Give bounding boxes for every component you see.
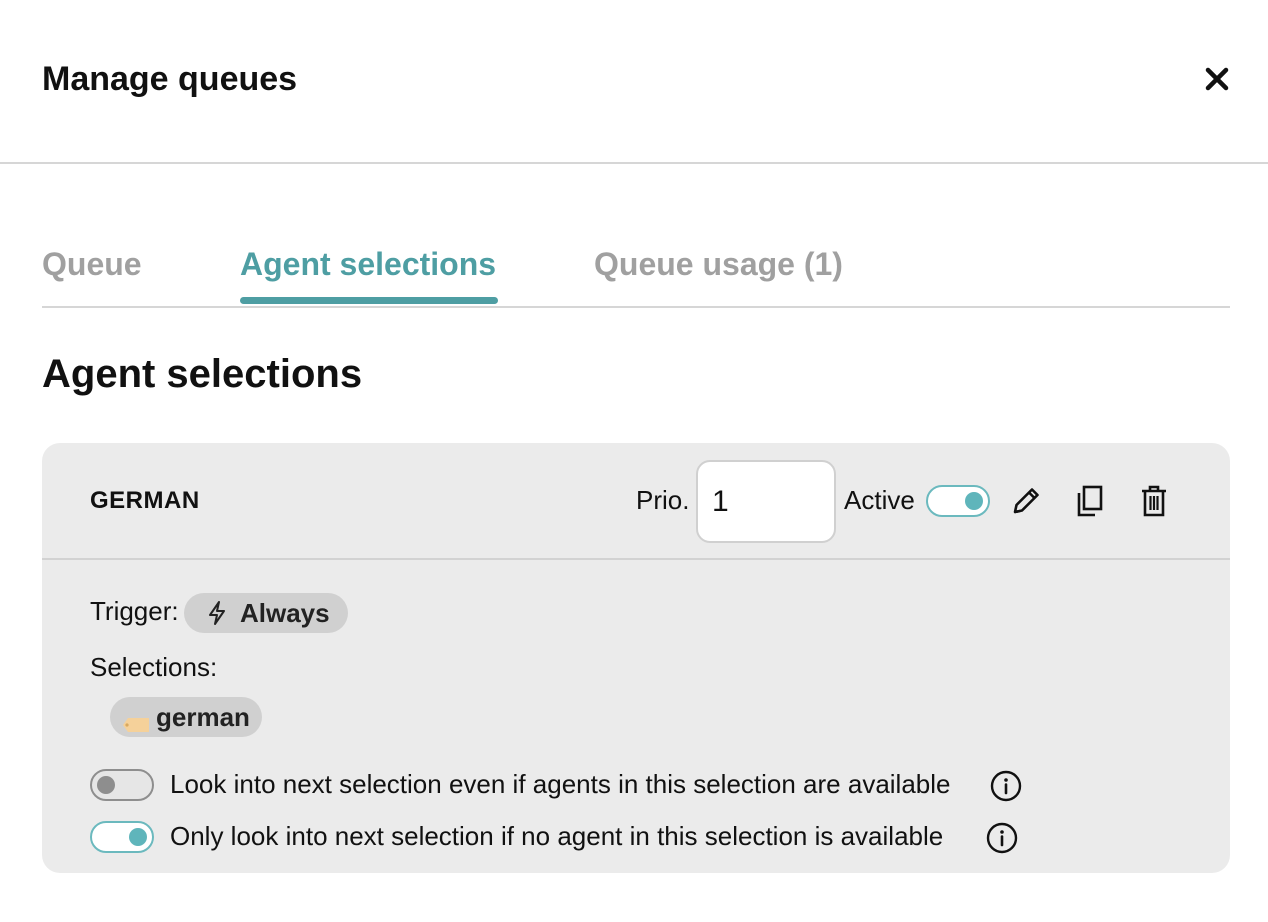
agent-selection-card: GERMAN Prio. Active (42, 443, 1230, 873)
dialog-title: Manage queues (42, 60, 298, 98)
tab-agent-selections[interactable]: Agent selections (240, 246, 496, 283)
edit-button[interactable] (1008, 482, 1044, 520)
close-button[interactable] (1200, 62, 1234, 96)
toggle-knob (965, 492, 983, 510)
active-toggle[interactable] (926, 485, 990, 517)
section-title: Agent selections (42, 352, 363, 396)
toggle-knob (97, 776, 115, 794)
only-look-next-if-none-toggle[interactable] (90, 821, 154, 853)
prio-label: Prio. (636, 485, 690, 515)
tab-queue[interactable]: Queue (42, 246, 142, 283)
lightning-icon (209, 601, 225, 625)
trigger-chip[interactable]: Always (184, 593, 348, 633)
selection-chip[interactable]: german (110, 697, 262, 737)
look-next-even-if-available-toggle[interactable] (90, 769, 154, 801)
active-tab-indicator (240, 297, 498, 304)
duplicate-button[interactable] (1072, 482, 1108, 520)
dialog-header: Manage queues (0, 0, 1268, 164)
info-icon[interactable] (986, 822, 1018, 854)
close-icon (1205, 67, 1229, 91)
prio-input[interactable] (696, 460, 836, 543)
trigger-value: Always (240, 597, 330, 628)
pencil-icon (1013, 488, 1039, 514)
look-next-even-if-available-label: Look into next selection even if agents … (170, 769, 951, 799)
trash-icon (1142, 485, 1166, 517)
card-header: GERMAN Prio. Active (42, 443, 1230, 560)
info-icon[interactable] (990, 770, 1022, 802)
selection-name: GERMAN (90, 487, 200, 514)
only-look-next-if-none-label: Only look into next selection if no agen… (170, 821, 944, 851)
trigger-label: Trigger: (90, 596, 179, 626)
tag-icon (122, 709, 150, 732)
tab-queue-usage[interactable]: Queue usage (1) (594, 246, 843, 283)
toggle-knob (129, 828, 147, 846)
copy-icon (1077, 485, 1103, 517)
selection-chip-label: german (156, 701, 250, 732)
active-label: Active (844, 485, 915, 515)
tab-bar: Queue Agent selections Queue usage (1) (42, 230, 1230, 308)
selections-label: Selections: (90, 652, 218, 682)
delete-button[interactable] (1136, 482, 1172, 520)
